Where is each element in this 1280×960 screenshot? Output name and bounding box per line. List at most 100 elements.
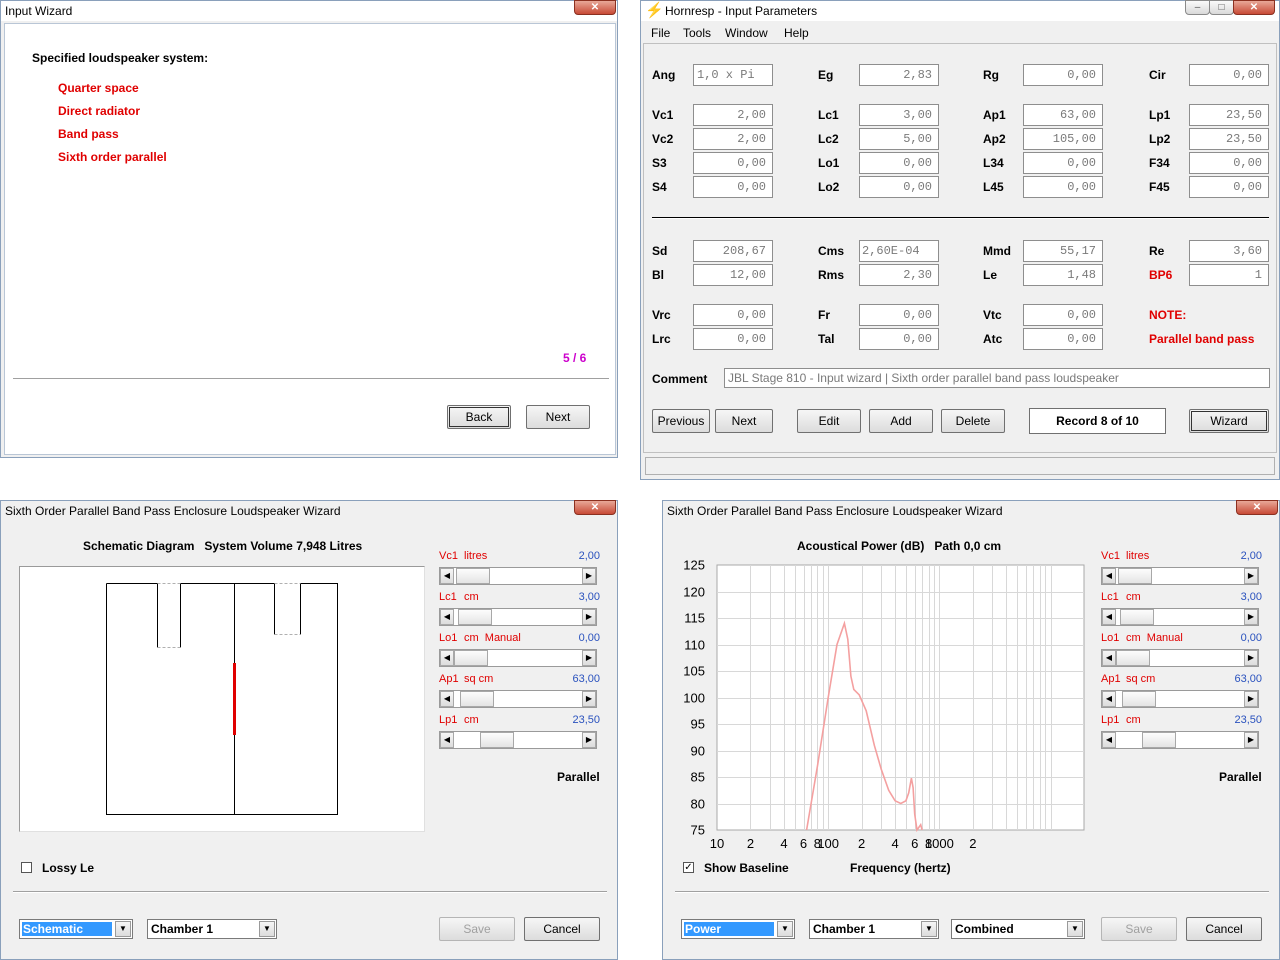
arrow-right-icon[interactable]: ▶ xyxy=(582,691,596,707)
param-field[interactable]: 3,00 xyxy=(859,104,939,126)
arrow-left-icon[interactable]: ◀ xyxy=(440,609,454,625)
arrow-left-icon[interactable]: ◀ xyxy=(1102,568,1116,584)
param-field[interactable]: 0,00 xyxy=(1189,152,1269,174)
next-button[interactable]: Next xyxy=(526,405,590,429)
slider-track[interactable]: ◀ ▶ xyxy=(1101,608,1259,626)
slider-track[interactable]: ◀ ▶ xyxy=(1101,690,1259,708)
param-field[interactable]: 0,00 xyxy=(1023,328,1103,350)
arrow-right-icon[interactable]: ▶ xyxy=(582,650,596,666)
param-field[interactable]: 0,00 xyxy=(693,304,773,326)
close-icon[interactable]: ✕ xyxy=(574,0,616,15)
param-field[interactable]: 0,00 xyxy=(1023,152,1103,174)
parameters-titlebar[interactable]: ⚡ Hornresp - Input Parameters – □ ✕ xyxy=(641,0,1279,21)
menu-file[interactable]: File xyxy=(651,26,670,40)
menu-window[interactable]: Window xyxy=(725,26,768,40)
param-field[interactable]: 1 xyxy=(1189,264,1269,286)
param-field[interactable]: 1,48 xyxy=(1023,264,1103,286)
param-field[interactable]: 0,00 xyxy=(1189,176,1269,198)
param-field[interactable]: 5,00 xyxy=(859,128,939,150)
arrow-right-icon[interactable]: ▶ xyxy=(1244,609,1258,625)
slider-thumb[interactable] xyxy=(480,732,515,748)
param-field[interactable]: 0,00 xyxy=(859,304,939,326)
slider-thumb[interactable] xyxy=(455,568,490,584)
param-field[interactable]: 2,83 xyxy=(859,64,939,86)
chevron-down-icon[interactable]: ▼ xyxy=(259,921,275,937)
chevron-down-icon[interactable]: ▼ xyxy=(115,921,131,937)
param-field[interactable]: 2,60E-04 xyxy=(859,240,939,262)
slider-track[interactable]: ◀ ▶ xyxy=(439,690,597,708)
power-titlebar[interactable]: Sixth Order Parallel Band Pass Enclosure… xyxy=(663,500,1279,521)
chevron-down-icon[interactable]: ▼ xyxy=(921,921,937,937)
close-icon[interactable]: ✕ xyxy=(1236,500,1278,515)
save-button[interactable]: Save xyxy=(1101,917,1177,941)
chevron-down-icon[interactable]: ▼ xyxy=(1067,921,1083,937)
slider-track[interactable]: ◀ ▶ xyxy=(1101,567,1259,585)
slider-thumb[interactable] xyxy=(1116,650,1150,666)
param-field[interactable]: 0,00 xyxy=(1023,176,1103,198)
wizard-button[interactable]: Wizard xyxy=(1189,409,1269,433)
arrow-left-icon[interactable]: ◀ xyxy=(440,650,454,666)
arrow-left-icon[interactable]: ◀ xyxy=(1102,691,1116,707)
param-field[interactable]: 208,67 xyxy=(693,240,773,262)
param-field[interactable]: 0,00 xyxy=(859,152,939,174)
slider-thumb[interactable] xyxy=(1142,732,1177,748)
input-wizard-titlebar[interactable]: Input Wizard ✕ xyxy=(1,0,617,21)
arrow-left-icon[interactable]: ◀ xyxy=(1102,650,1116,666)
slider-thumb[interactable] xyxy=(1119,609,1154,625)
slider-track[interactable]: ◀ ▶ xyxy=(1101,649,1259,667)
param-field[interactable]: 0,00 xyxy=(693,328,773,350)
param-field[interactable]: 63,00 xyxy=(1023,104,1103,126)
arrow-right-icon[interactable]: ▶ xyxy=(582,568,596,584)
arrow-left-icon[interactable]: ◀ xyxy=(440,732,454,748)
close-icon[interactable]: ✕ xyxy=(574,500,616,515)
param-field[interactable]: 2,00 xyxy=(693,104,773,126)
delete-button[interactable]: Delete xyxy=(941,409,1005,433)
param-field[interactable]: 23,50 xyxy=(1189,104,1269,126)
view-select[interactable]: Power ▼ xyxy=(681,919,795,939)
chevron-down-icon[interactable]: ▼ xyxy=(777,921,793,937)
param-field[interactable]: 0,00 xyxy=(693,176,773,198)
param-field[interactable]: 0,00 xyxy=(693,152,773,174)
param-field[interactable]: 55,17 xyxy=(1023,240,1103,262)
maximize-icon[interactable]: □ xyxy=(1209,0,1234,15)
param-field[interactable]: 1,0 x Pi xyxy=(693,64,773,86)
param-field[interactable]: 3,60 xyxy=(1189,240,1269,262)
param-field[interactable]: 0,00 xyxy=(1189,64,1269,86)
menu-help[interactable]: Help xyxy=(784,26,809,40)
cancel-button[interactable]: Cancel xyxy=(1186,917,1262,941)
param-field[interactable]: 2,30 xyxy=(859,264,939,286)
slider-thumb[interactable] xyxy=(454,650,488,666)
param-field[interactable]: 0,00 xyxy=(859,328,939,350)
view-select[interactable]: Schematic ▼ xyxy=(19,919,133,939)
param-field[interactable]: 0,00 xyxy=(859,176,939,198)
combined-select[interactable]: Combined ▼ xyxy=(951,919,1085,939)
slider-track[interactable]: ◀ ▶ xyxy=(439,649,597,667)
menu-tools[interactable]: Tools xyxy=(683,26,711,40)
param-field[interactable]: 0,00 xyxy=(1023,304,1103,326)
param-field[interactable]: 2,00 xyxy=(693,128,773,150)
chamber-select[interactable]: Chamber 1 ▼ xyxy=(809,919,939,939)
add-button[interactable]: Add xyxy=(869,409,933,433)
minimize-icon[interactable]: – xyxy=(1185,0,1210,15)
slider-thumb[interactable] xyxy=(459,691,494,707)
back-button[interactable]: Back xyxy=(447,405,511,429)
arrow-left-icon[interactable]: ◀ xyxy=(1102,609,1116,625)
arrow-right-icon[interactable]: ▶ xyxy=(1244,691,1258,707)
close-icon[interactable]: ✕ xyxy=(1233,0,1275,15)
slider-thumb[interactable] xyxy=(1121,691,1156,707)
slider-track[interactable]: ◀ ▶ xyxy=(1101,731,1259,749)
arrow-right-icon[interactable]: ▶ xyxy=(582,609,596,625)
schematic-titlebar[interactable]: Sixth Order Parallel Band Pass Enclosure… xyxy=(1,500,617,521)
show-baseline-checkbox[interactable]: ✓ xyxy=(683,862,694,873)
param-field[interactable]: 23,50 xyxy=(1189,128,1269,150)
arrow-left-icon[interactable]: ◀ xyxy=(1102,732,1116,748)
save-button[interactable]: Save xyxy=(439,917,515,941)
slider-track[interactable]: ◀ ▶ xyxy=(439,608,597,626)
arrow-right-icon[interactable]: ▶ xyxy=(1244,568,1258,584)
param-field[interactable]: 105,00 xyxy=(1023,128,1103,150)
param-field[interactable]: 12,00 xyxy=(693,264,773,286)
slider-track[interactable]: ◀ ▶ xyxy=(439,567,597,585)
edit-button[interactable]: Edit xyxy=(797,409,861,433)
param-field[interactable]: 0,00 xyxy=(1023,64,1103,86)
lossy-le-checkbox[interactable] xyxy=(21,862,32,873)
